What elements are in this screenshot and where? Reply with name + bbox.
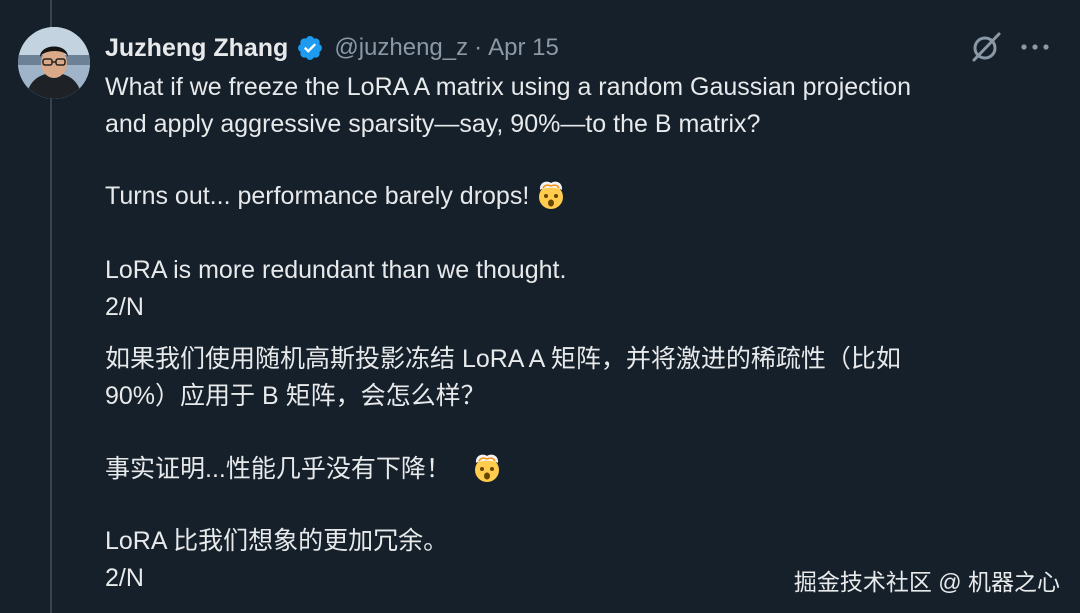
tweet-text-line: What if we freeze the LoRA A matrix usin… [105, 73, 911, 101]
tweet-header: Juzheng Zhang @juzheng_z · Apr 15 [105, 28, 559, 68]
tweet-text-line: 事实证明...性能几乎没有下降！ [105, 455, 451, 483]
tweet-text-line-with-emoji: Turns out... performance barely drops! [105, 178, 1045, 215]
tweet-text-line: Turns out... performance barely drops! [105, 182, 530, 210]
tweet-text-line: and apply aggressive sparsity—say, 90%—t… [105, 110, 761, 138]
avatar[interactable] [18, 27, 90, 99]
tweet-text-line-with-emoji: 事实证明...性能几乎没有下降！ [105, 451, 1045, 488]
thread-counter: 2/N [105, 293, 144, 321]
exploding-head-emoji-icon [474, 454, 499, 482]
more-dots-icon[interactable] [1017, 32, 1053, 62]
author-handle[interactable]: @juzheng_z [334, 34, 468, 62]
tweet-body-english: What if we freeze the LoRA A matrix usin… [105, 69, 1045, 143]
tweet-date[interactable]: Apr 15 [488, 34, 559, 62]
exploding-head-emoji-icon [539, 181, 564, 209]
avatar-image [18, 27, 90, 99]
verified-badge-icon [298, 36, 323, 60]
tweet-text-line: 如果我们使用随机高斯投影冻结 LoRA A 矩阵，并将激进的稀疏性（比如 [105, 345, 901, 373]
tweet-body-chinese-2: 事实证明...性能几乎没有下降！ [105, 451, 1045, 488]
watermark: 掘金技术社区 @ 机器之心 [793, 569, 1060, 595]
tweet-body-english-2: Turns out... performance barely drops! [105, 178, 1045, 215]
grok-icon[interactable] [969, 30, 1003, 64]
tweet-text-line: LoRA is more redundant than we thought. [105, 256, 567, 284]
tweet-body-english-3: LoRA is more redundant than we thought. … [105, 252, 1045, 326]
tweet-text-line: 90%）应用于 B 矩阵，会怎么样？ [105, 382, 486, 410]
author-display-name[interactable]: Juzheng Zhang [105, 34, 288, 63]
header-separator: · [474, 34, 483, 61]
tweet-body-chinese: 如果我们使用随机高斯投影冻结 LoRA A 矩阵，并将激进的稀疏性（比如 90%… [105, 341, 1045, 415]
tweet-text-line: LoRA 比我们想象的更加冗余。 [105, 527, 449, 555]
